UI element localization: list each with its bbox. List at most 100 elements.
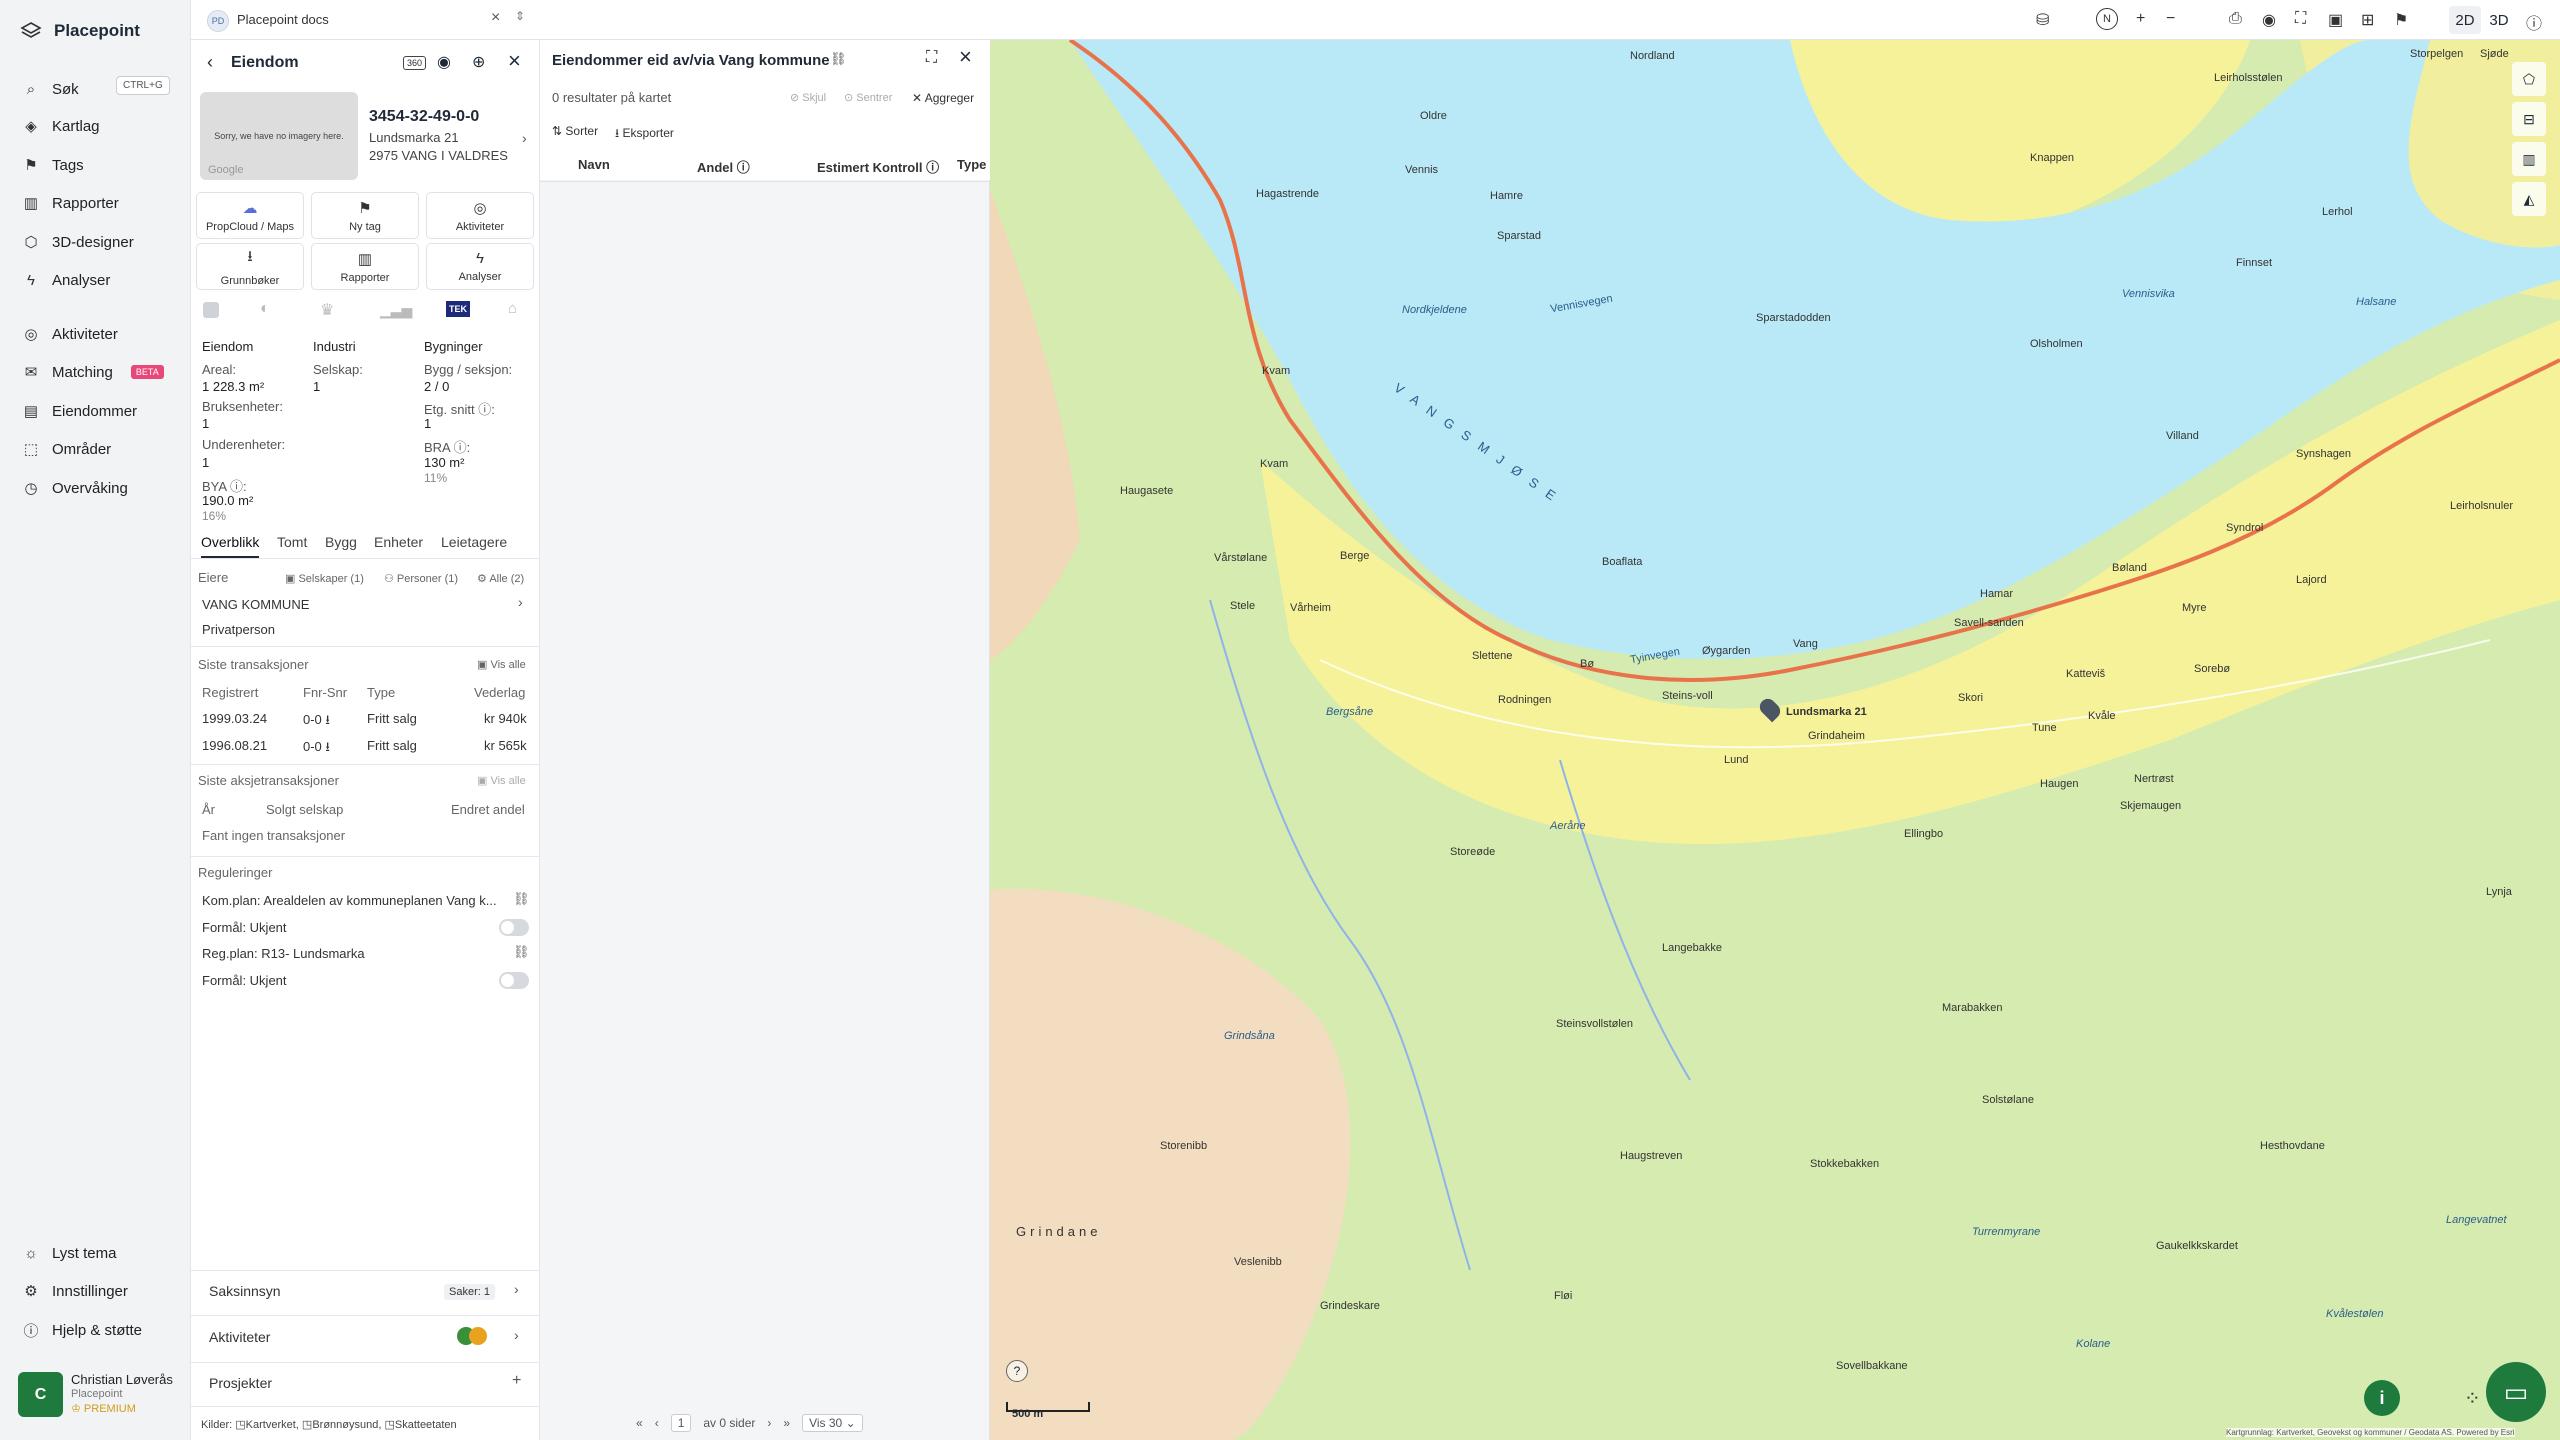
regulation-toggle[interactable]: [499, 919, 529, 936]
filter-companies[interactable]: ▣ Selskaper (1): [285, 572, 364, 585]
tx-fnr[interactable]: 0-0 ⭳: [303, 738, 330, 760]
sort-button[interactable]: ⇅ Sorter: [552, 124, 598, 138]
owner-name[interactable]: VANG KOMMUNE: [202, 597, 309, 612]
eye-icon[interactable]: ◉: [2262, 10, 2276, 30]
prev-page-icon[interactable]: ‹: [655, 1416, 659, 1430]
source-link[interactable]: ◳Brønnøysund,: [302, 1419, 382, 1431]
grunnboker-button[interactable]: ⭳ Grunnbøker: [196, 243, 304, 290]
sidebar-item-analyser[interactable]: ϟ Analyser: [22, 269, 110, 291]
globe-icon[interactable]: ◐: [260, 300, 270, 318]
aggregate-button[interactable]: ✕ Aggreger: [912, 91, 974, 105]
doc-tab-label[interactable]: Placepoint docs: [237, 12, 329, 27]
crown-source-icon[interactable]: ♛: [320, 300, 334, 320]
tab-overblikk[interactable]: Overblikk: [201, 534, 260, 558]
last-page-icon[interactable]: »: [783, 1416, 790, 1430]
home-icon[interactable]: ⌂: [508, 300, 517, 317]
sidebar-item-rapporter[interactable]: ▥ Rapporter: [22, 192, 119, 214]
tab-enheter[interactable]: Enheter: [374, 534, 423, 550]
ruler-icon[interactable]: ⊟: [2512, 102, 2546, 136]
link-icon[interactable]: ⛓: [513, 944, 530, 960]
per-page-select[interactable]: Vis 30 ⌄: [802, 1414, 863, 1432]
info-icon[interactable]: ⓘ: [2526, 10, 2542, 34]
sidebar-item-search[interactable]: ⌕ Søk: [22, 78, 79, 100]
source-link[interactable]: ◳Kartverket,: [235, 1419, 299, 1431]
transactions-see-all[interactable]: ▣ Vis alle: [477, 658, 526, 671]
camera-icon[interactable]: ▣: [2328, 10, 2343, 30]
tx-fnr[interactable]: 0-0 ⭳: [303, 711, 330, 733]
bars-icon[interactable]: ▁▃▅: [380, 302, 412, 319]
dots-grid-icon[interactable]: ⁘: [2464, 1386, 2481, 1411]
activities-button[interactable]: ◎ Aktiviteter: [426, 192, 534, 239]
regulation-regplan[interactable]: Reg.plan: R13- Lundsmarka: [202, 946, 365, 961]
chevron-updown-icon[interactable]: ⇕: [515, 9, 525, 23]
zoom-out-icon[interactable]: −: [2166, 10, 2175, 28]
sidebar-item-overvaking[interactable]: ◷ Overvåking: [22, 477, 127, 499]
chevron-right-icon[interactable]: ›: [522, 130, 527, 146]
sidebar-item-eiendommer[interactable]: ▤ Eiendommer: [22, 400, 137, 422]
hide-button[interactable]: ⊘ Skjul: [790, 91, 826, 104]
print-icon[interactable]: ⎙: [2229, 10, 2242, 28]
sidebar-item-3d-designer[interactable]: ⬡ 3D-designer: [22, 231, 133, 253]
close-icon[interactable]: ×: [959, 44, 972, 70]
analyses-button[interactable]: ϟ Analyser: [426, 243, 534, 290]
tab-tomt[interactable]: Tomt: [277, 534, 307, 550]
user-profile[interactable]: C Christian Løverås Placepoint ♔ PREMIUM: [18, 1372, 173, 1417]
tab-leietagere[interactable]: Leietagere: [441, 534, 507, 550]
3d-icon[interactable]: 360: [403, 56, 427, 70]
center-button[interactable]: ⊙ Sentrer: [844, 91, 892, 104]
close-icon[interactable]: ×: [491, 9, 500, 27]
next-page-icon[interactable]: ›: [767, 1416, 771, 1430]
fullscreen-icon[interactable]: ⛶: [2295, 10, 2306, 28]
link-icon[interactable]: ⛓: [513, 891, 530, 907]
bookmark-icon[interactable]: ⚑: [2394, 10, 2408, 30]
layers-stack-icon[interactable]: ⛁: [2036, 10, 2049, 30]
col-andel[interactable]: Andel ⓘ: [697, 157, 750, 176]
aktiviteter-row[interactable]: Aktiviteter: [209, 1329, 270, 1345]
sidebar-item-matching[interactable]: ✉ Matching BETA: [22, 361, 164, 383]
sidebar-item-omrader[interactable]: ⬚ Områder: [22, 438, 111, 460]
info-fab[interactable]: i: [2364, 1380, 2400, 1416]
back-icon[interactable]: ‹: [207, 52, 213, 73]
filter-all[interactable]: ⚙ Alle (2): [477, 572, 524, 585]
prosjekter-row[interactable]: Prosjekter: [209, 1375, 272, 1391]
sidebar-item-kartlag[interactable]: ◈ Kartlag: [22, 115, 99, 137]
help-icon[interactable]: ?: [1006, 1360, 1028, 1382]
sidebar-item-theme[interactable]: ☼ Lyst tema: [22, 1242, 116, 1264]
toggle-2d[interactable]: 2D: [2449, 6, 2481, 34]
grid-icon[interactable]: ⊞: [2361, 10, 2374, 30]
map-canvas[interactable]: V A N G S M J Ø S E Tyinvegen Vennisvege…: [990, 40, 2560, 1440]
add-circle-icon[interactable]: ⊕: [472, 52, 485, 72]
close-panel-icon[interactable]: ×: [508, 48, 521, 74]
page-input[interactable]: 1: [670, 1414, 692, 1432]
shares-see-all[interactable]: ▣ Vis alle: [477, 774, 526, 787]
compass-icon[interactable]: N: [2096, 8, 2118, 30]
sidebar-item-help[interactable]: ⓘ Hjelp & støtte: [22, 1319, 142, 1341]
regulation-kommuneplan[interactable]: Kom.plan: Arealdelen av kommuneplanen Va…: [202, 893, 497, 908]
reports-button[interactable]: ▥ Rapporter: [311, 243, 419, 290]
saksinnsyn-row[interactable]: Saksinnsyn: [209, 1283, 281, 1299]
new-tag-button[interactable]: ⚑ Ny tag: [311, 192, 419, 239]
chevron-right-icon[interactable]: ›: [514, 1327, 519, 1343]
sidebar-item-tags[interactable]: ⚑ Tags: [22, 154, 83, 176]
zoom-in-icon[interactable]: +: [2136, 10, 2145, 28]
export-button[interactable]: ⭳ Eksporter: [615, 124, 674, 145]
link-icon[interactable]: ⛓: [830, 51, 847, 67]
draw-area-icon[interactable]: ⬠: [2512, 62, 2546, 96]
chevron-right-icon[interactable]: ›: [514, 1281, 519, 1297]
col-estimert-kontroll[interactable]: Estimert Kontroll ⓘ: [817, 157, 939, 176]
tek-badge[interactable]: TEK: [446, 301, 470, 317]
chat-fab[interactable]: ▭: [2486, 1362, 2546, 1422]
propcloud-button[interactable]: ☁ PropCloud / Maps: [196, 192, 304, 239]
expand-icon[interactable]: ⛶: [926, 49, 937, 67]
chart-icon[interactable]: ▥: [2512, 142, 2546, 176]
chevron-right-icon[interactable]: ›: [518, 594, 523, 610]
col-navn[interactable]: Navn: [578, 157, 610, 172]
source-link[interactable]: ◳Skatteetaten: [384, 1419, 456, 1431]
brand[interactable]: Placepoint: [20, 20, 140, 42]
col-type[interactable]: Type: [957, 157, 986, 172]
toggle-3d[interactable]: 3D: [2483, 6, 2515, 34]
profile-icon[interactable]: ◭: [2512, 182, 2546, 216]
eye-icon[interactable]: ◉: [437, 52, 451, 72]
regulation-toggle[interactable]: [499, 972, 529, 989]
add-icon[interactable]: +: [512, 1372, 521, 1390]
